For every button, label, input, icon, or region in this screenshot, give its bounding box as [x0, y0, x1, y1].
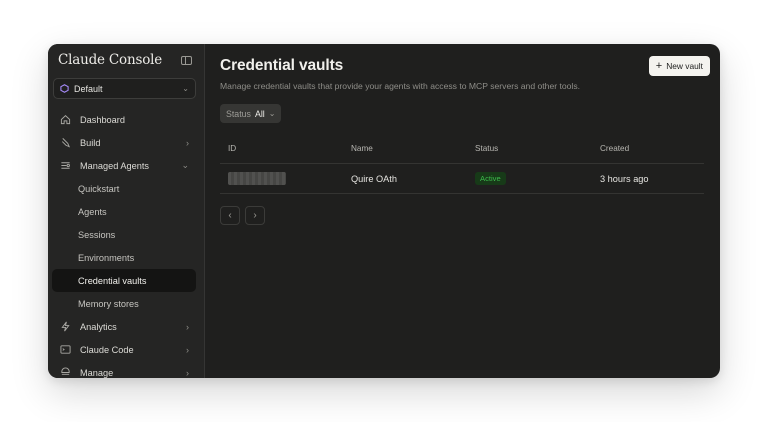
workspace-selector[interactable]: Default ⌄: [53, 78, 196, 99]
agents-icon: [59, 160, 71, 172]
vault-name-cell: Quire OAth: [351, 173, 397, 184]
sidebar-item-label: Managed Agents: [80, 160, 149, 171]
sidebar-item-label: Build: [80, 137, 101, 148]
sidebar-item-manage[interactable]: Manage ›: [52, 361, 196, 378]
chevron-down-icon: ⌄: [268, 109, 276, 118]
chevron-right-icon: ›: [186, 137, 189, 148]
chevron-right-icon: ›: [186, 367, 189, 378]
next-page-button[interactable]: ›: [245, 206, 265, 225]
sidebar-item-label: Manage: [80, 367, 114, 378]
sidebar-subitem-environments[interactable]: Environments: [52, 246, 196, 269]
page-title: Credential vaults: [220, 57, 344, 74]
vaults-table: ID Name Status Created Quire OAth Active…: [220, 134, 704, 194]
previous-page-button[interactable]: ‹: [220, 206, 240, 225]
vault-status-cell: Active: [468, 172, 592, 185]
workspace-icon: [60, 84, 69, 93]
chevron-right-icon: ›: [186, 344, 189, 355]
sidebar-item-label: Dashboard: [80, 114, 125, 125]
sidebar-subitem-sessions[interactable]: Sessions: [52, 223, 196, 246]
column-header-id[interactable]: ID: [220, 144, 344, 153]
analytics-icon: [59, 321, 71, 333]
main-content: Credential vaults Manage credential vaul…: [205, 44, 720, 378]
sidebar-item-build[interactable]: Build ›: [52, 131, 196, 154]
sidebar-subitem-credential-vaults[interactable]: Credential vaults: [52, 269, 196, 292]
chevron-left-icon: ‹: [228, 210, 232, 221]
vault-created-cell: 3 hours ago: [600, 173, 649, 184]
status-filter[interactable]: Status All ⌄: [220, 104, 282, 123]
sidebar-subitem-quickstart[interactable]: Quickstart: [52, 177, 196, 200]
sidebar-toggle-icon[interactable]: [181, 56, 192, 65]
pagination: ‹ ›: [220, 206, 265, 225]
new-vault-button[interactable]: + New vault: [648, 56, 710, 76]
column-header-status[interactable]: Status: [468, 144, 592, 153]
status-badge: Active: [475, 172, 506, 185]
sidebar: Claude Console Default ⌄ Dashboard Build: [48, 44, 205, 378]
table-header: ID Name Status Created: [220, 134, 704, 164]
chevron-down-icon: ⌄: [182, 84, 189, 93]
terminal-icon: [59, 344, 71, 356]
filter-value: All: [254, 108, 265, 119]
table-row[interactable]: Quire OAth Active 3 hours ago: [220, 164, 704, 194]
page-subtitle: Manage credential vaults that provide yo…: [220, 81, 581, 91]
chevron-right-icon: ›: [186, 321, 189, 332]
column-header-created[interactable]: Created: [592, 144, 704, 153]
sidebar-subitem-memory-stores[interactable]: Memory stores: [52, 292, 196, 315]
sidebar-item-managed-agents[interactable]: Managed Agents ⌄: [52, 154, 196, 177]
new-vault-label: New vault: [666, 61, 703, 71]
chevron-right-icon: ›: [253, 210, 257, 221]
vault-id-cell: [220, 172, 344, 185]
workspace-name: Default: [74, 83, 103, 94]
redacted-id: [228, 172, 286, 185]
home-icon: [59, 114, 71, 126]
console-window: Claude Console Default ⌄ Dashboard Build: [48, 44, 720, 378]
sidebar-item-label: Analytics: [80, 321, 117, 332]
build-icon: [59, 137, 71, 149]
chevron-down-icon: ⌄: [181, 160, 189, 170]
plus-icon: +: [655, 59, 663, 72]
manage-icon: [59, 367, 71, 379]
brand-title: Claude Console: [58, 52, 163, 68]
sidebar-nav: Dashboard Build › Managed Agents ⌄ Quick…: [52, 108, 196, 378]
sidebar-item-label: Claude Code: [80, 344, 134, 355]
sidebar-item-dashboard[interactable]: Dashboard: [52, 108, 196, 131]
sidebar-subitem-agents[interactable]: Agents: [52, 200, 196, 223]
sidebar-item-analytics[interactable]: Analytics ›: [52, 315, 196, 338]
column-header-name[interactable]: Name: [344, 144, 468, 153]
sidebar-item-claude-code[interactable]: Claude Code ›: [52, 338, 196, 361]
filter-label: Status: [226, 108, 251, 119]
